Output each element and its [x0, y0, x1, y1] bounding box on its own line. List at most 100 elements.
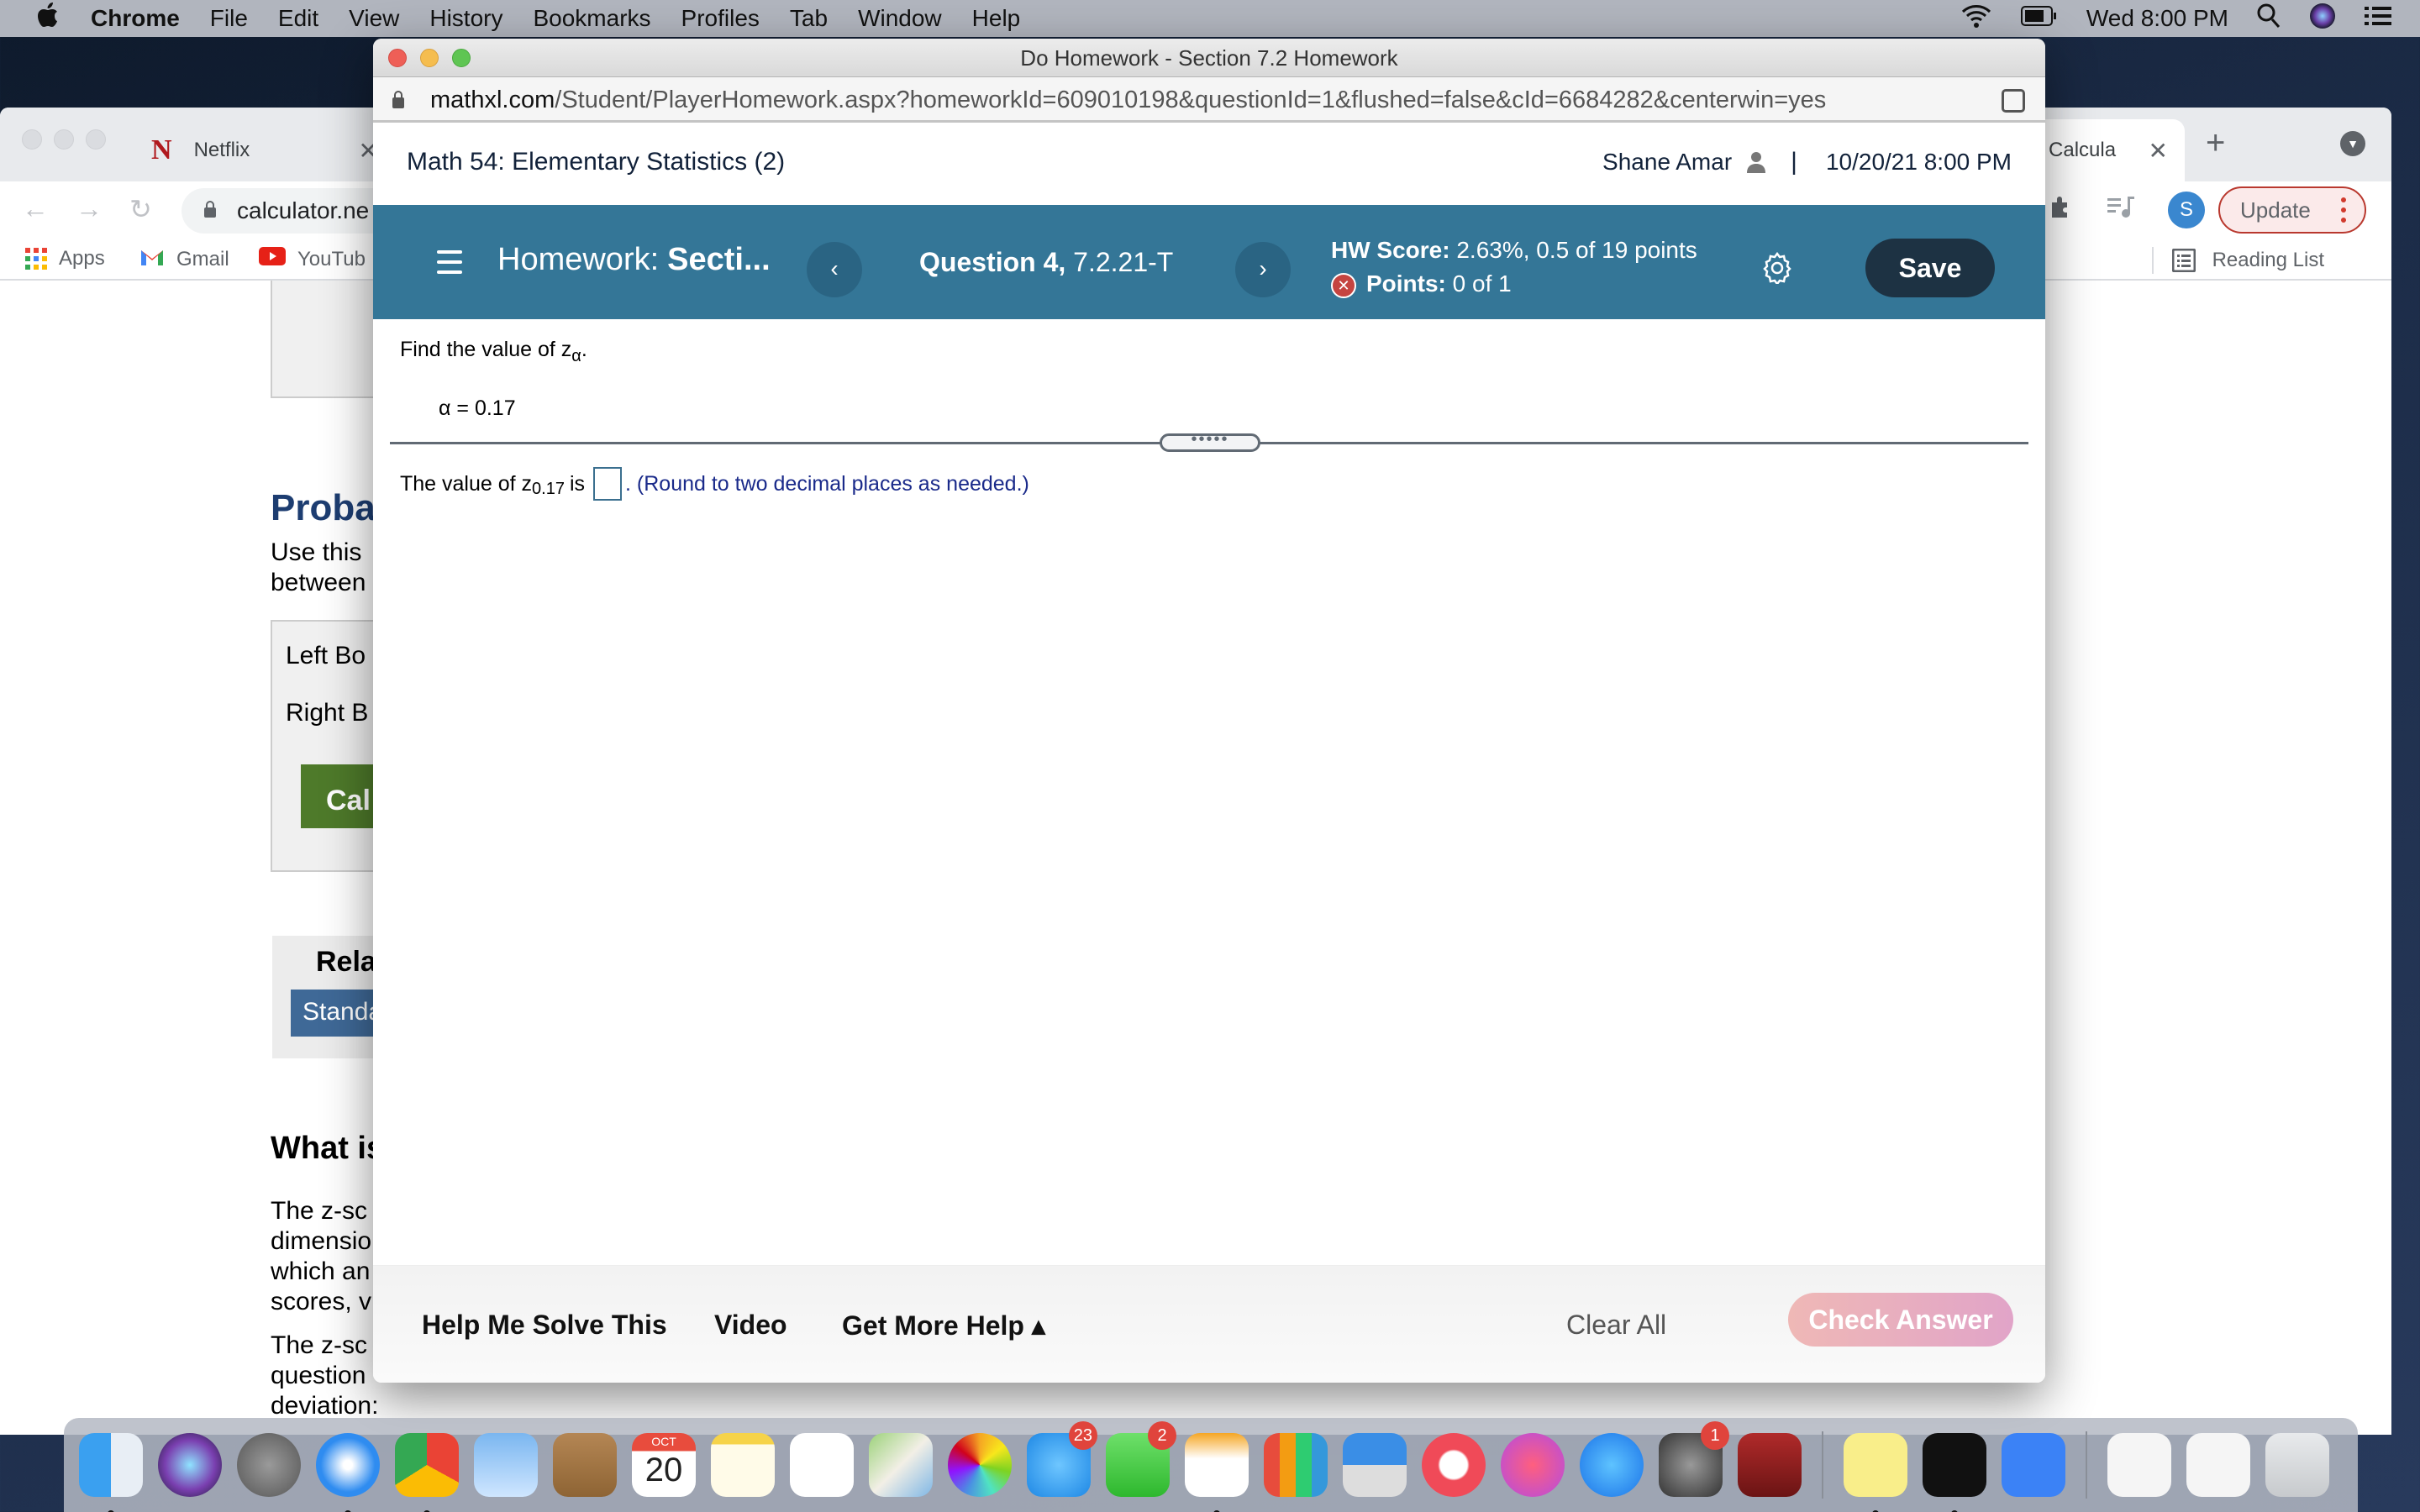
menubar-clock[interactable]: Wed 8:00 PM	[2086, 5, 2228, 32]
dock-reminders-icon[interactable]	[790, 1433, 854, 1497]
close-window-button[interactable]	[388, 49, 407, 67]
window-controls-inactive[interactable]	[22, 129, 106, 150]
zoom-window-button[interactable]	[452, 49, 471, 67]
reader-view-icon[interactable]	[2002, 89, 2025, 113]
hw-score-label: HW Score:	[1331, 237, 1450, 263]
bookmark-gmail[interactable]: Gmail	[139, 247, 229, 271]
dock-launchpad-icon[interactable]	[237, 1433, 301, 1497]
para-line: The z-sc	[271, 1331, 368, 1359]
clear-all-button[interactable]: Clear All	[1566, 1310, 1666, 1341]
minimize-dot[interactable]	[54, 129, 74, 150]
extensions-puzzle-icon[interactable]	[2049, 194, 2074, 226]
dock-facetime-icon[interactable]: 2	[1106, 1421, 1176, 1497]
settings-gear-icon[interactable]	[1761, 252, 1793, 284]
kebab-menu-icon[interactable]	[2341, 195, 2346, 225]
battery-icon[interactable]	[2020, 5, 2058, 33]
menu-bookmarks[interactable]: Bookmarks	[533, 5, 650, 32]
menu-window[interactable]: Window	[858, 5, 942, 32]
minimize-window-button[interactable]	[420, 49, 439, 67]
dock-messages-icon[interactable]: 23	[1027, 1421, 1097, 1497]
bookmark-youtube[interactable]: YouTub	[259, 247, 366, 271]
tab-netflix[interactable]: N Netflix ✕	[151, 119, 378, 181]
dock-notes-icon[interactable]	[711, 1433, 775, 1497]
dock-pages-icon[interactable]	[1185, 1433, 1249, 1512]
dock-safari-icon[interactable]	[316, 1433, 380, 1512]
lock-icon	[204, 201, 216, 218]
probability-heading: Proba	[271, 487, 376, 528]
divider	[2151, 247, 2154, 274]
close-tab-icon[interactable]: ✕	[2149, 137, 2168, 165]
get-more-help-button[interactable]: Get More Help ▴	[842, 1310, 1045, 1341]
user-name[interactable]: Shane Amar	[1602, 149, 1732, 176]
homework-title[interactable]: Homework: Secti...	[497, 242, 771, 278]
dock-siri-icon[interactable]	[158, 1433, 222, 1497]
dock-contacts-icon[interactable]	[553, 1433, 617, 1497]
back-arrow-icon[interactable]: ←	[22, 193, 49, 224]
dock-chrome-window-2-icon[interactable]	[2186, 1433, 2250, 1497]
new-tab-button[interactable]: +	[2206, 124, 2225, 162]
bookmark-apps[interactable]: Apps	[25, 247, 105, 270]
dock-calendar-icon[interactable]: OCT 20	[632, 1433, 696, 1497]
question-content: Find the value of zα. α = 0.17 ••••• The…	[373, 319, 2045, 1260]
dock-zoom-icon[interactable]	[2002, 1433, 2065, 1497]
dock-separator	[2086, 1431, 2087, 1499]
hamburger-menu-icon[interactable]	[437, 250, 462, 281]
menu-profiles[interactable]: Profiles	[681, 5, 760, 32]
forward-arrow-icon[interactable]: →	[76, 193, 103, 224]
menu-help[interactable]: Help	[972, 5, 1021, 32]
separator: |	[1791, 148, 1797, 176]
hw-score-value: 2.63%, 0.5 of 19 points	[1456, 237, 1697, 263]
menu-file[interactable]: File	[210, 5, 248, 32]
resize-handle[interactable]: •••••	[1160, 431, 1260, 452]
menu-history[interactable]: History	[429, 5, 502, 32]
dock-stickies-icon[interactable]	[1844, 1433, 1907, 1512]
dock-photo-booth-icon[interactable]	[1738, 1433, 1802, 1497]
lock-icon	[392, 91, 404, 108]
save-button[interactable]: Save	[1865, 239, 1995, 297]
reload-icon[interactable]: ↻	[129, 193, 152, 225]
profile-avatar[interactable]: S	[2168, 192, 2205, 228]
z-score-paragraph-2: The z-sc question deviation:	[271, 1331, 378, 1421]
url-path: /Student/PlayerHomework.aspx?homeworkId=…	[555, 87, 1827, 113]
points-value: 0 of 1	[1452, 270, 1512, 297]
menu-edit[interactable]: Edit	[278, 5, 318, 32]
menu-view[interactable]: View	[349, 5, 399, 32]
dock-app-store-icon[interactable]	[1580, 1433, 1644, 1497]
popup-url-bar[interactable]: mathxl.com/Student/PlayerHomework.aspx?h…	[373, 77, 2045, 123]
previous-question-button[interactable]: ‹	[807, 242, 862, 297]
dock-trash-icon[interactable]	[2265, 1433, 2329, 1497]
media-control-icon[interactable]	[2107, 195, 2136, 225]
siri-icon[interactable]	[2309, 3, 2336, 35]
dock-chrome-window-1-icon[interactable]	[2107, 1433, 2171, 1497]
help-me-solve-button[interactable]: Help Me Solve This	[422, 1310, 667, 1341]
zoom-dot[interactable]	[86, 129, 106, 150]
menu-tab[interactable]: Tab	[790, 5, 828, 32]
dock-music-icon[interactable]	[1501, 1433, 1565, 1497]
answer-line: The value of z 0.17 is . (Round to two de…	[400, 467, 1029, 501]
apple-logo-icon[interactable]	[37, 3, 67, 34]
check-answer-button[interactable]: Check Answer	[1788, 1293, 2013, 1347]
dock-activity-monitor-icon[interactable]	[1923, 1433, 1986, 1512]
notification-badge: 2	[1148, 1421, 1176, 1450]
tab-search-icon[interactable]: ▼	[2340, 131, 2365, 156]
dock-numbers-icon[interactable]	[1264, 1433, 1328, 1497]
dock-finder-icon[interactable]	[79, 1433, 143, 1512]
answer-input[interactable]	[593, 467, 623, 501]
video-button[interactable]: Video	[714, 1310, 787, 1341]
dock-maps-icon[interactable]	[869, 1433, 933, 1497]
extension-area: S Update	[2049, 186, 2391, 234]
dock-photos-icon[interactable]	[948, 1433, 1012, 1497]
update-chrome-button[interactable]: Update	[2218, 186, 2366, 234]
dock-system-preferences-icon[interactable]: 1	[1659, 1421, 1729, 1497]
close-dot[interactable]	[22, 129, 42, 150]
dock-keynote-icon[interactable]	[1343, 1433, 1407, 1497]
next-question-button[interactable]: ›	[1235, 242, 1291, 297]
spotlight-search-icon[interactable]	[2257, 3, 2281, 34]
reading-list-button[interactable]: Reading List	[2151, 247, 2324, 274]
dock-news-icon[interactable]	[1422, 1433, 1486, 1497]
control-center-icon[interactable]	[2365, 5, 2391, 33]
dock-mail-icon[interactable]	[474, 1433, 538, 1497]
menu-chrome[interactable]: Chrome	[91, 5, 180, 32]
dock-chrome-icon[interactable]	[395, 1433, 459, 1512]
wifi-icon[interactable]	[1960, 3, 1992, 34]
